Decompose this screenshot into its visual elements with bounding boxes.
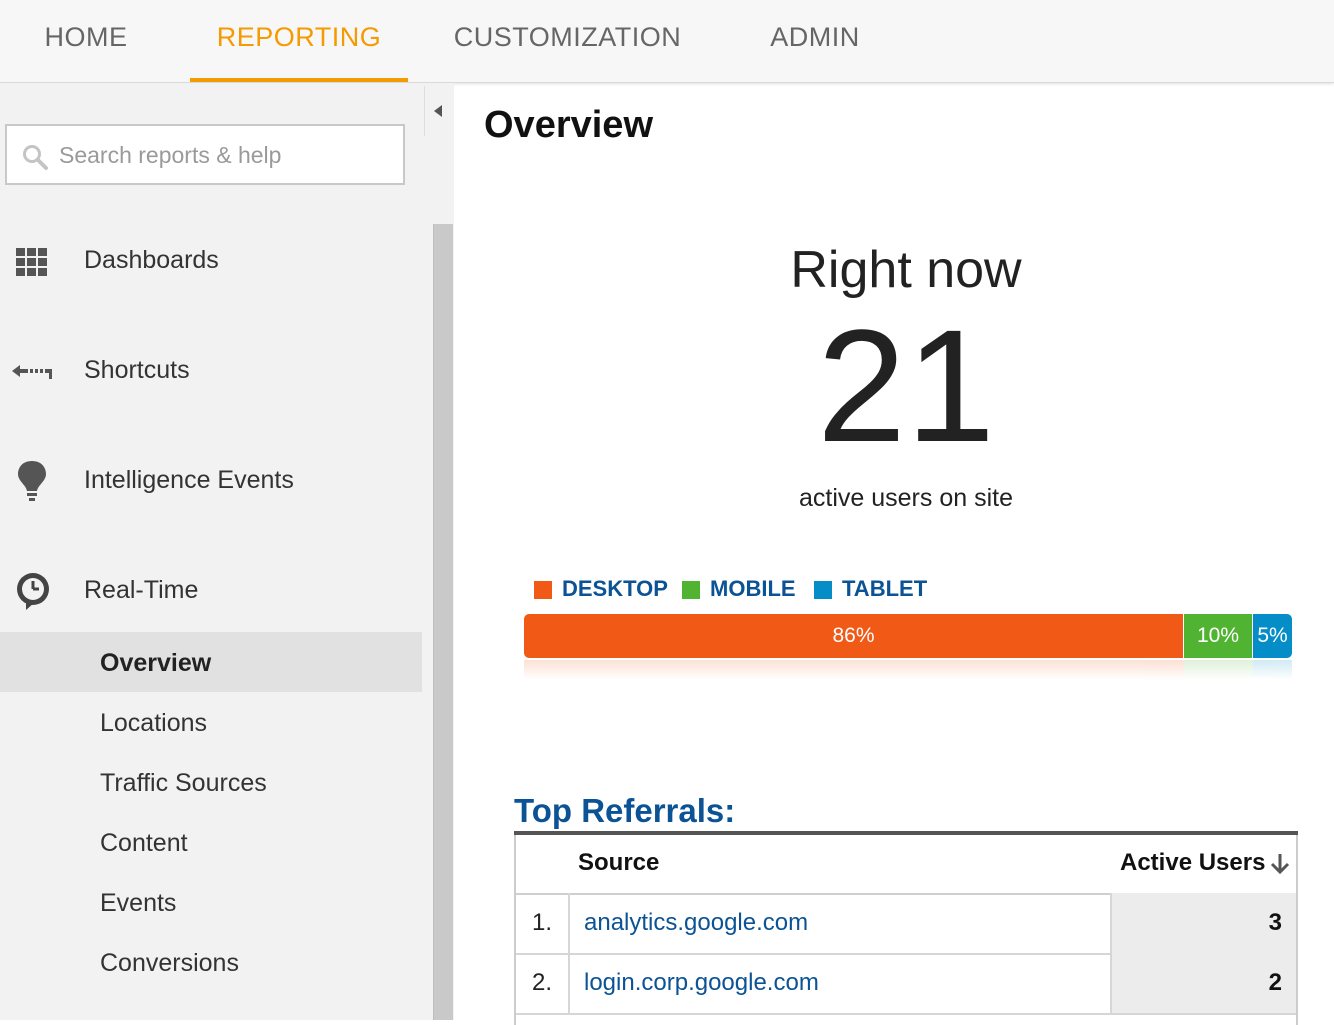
device-breakdown-bar: 86% 10% 5% bbox=[524, 614, 1292, 658]
sidebar-subitem-label: Overview bbox=[100, 649, 212, 677]
tab-home[interactable]: HOME bbox=[0, 0, 172, 82]
sidebar-subitem-locations[interactable]: Locations bbox=[0, 692, 422, 752]
table-header: Source Active Users bbox=[516, 835, 1296, 895]
device-bar-reflection bbox=[524, 660, 1292, 680]
sidebar-subitem-label: Content bbox=[100, 829, 188, 857]
device-segment-mobile: 10% bbox=[1184, 614, 1253, 658]
search-box[interactable] bbox=[5, 124, 405, 185]
sidebar-subitem-label: Locations bbox=[100, 709, 208, 737]
device-segment-tablet: 5% bbox=[1253, 614, 1292, 658]
row-rank: 1. bbox=[516, 893, 570, 953]
tab-reporting[interactable]: REPORTING bbox=[190, 0, 408, 82]
clock-icon bbox=[17, 573, 49, 610]
table-row: 2. login.corp.google.com 2 bbox=[516, 953, 1296, 1015]
row-rank: 2. bbox=[516, 953, 570, 1013]
tab-customization[interactable]: CUSTOMIZATION bbox=[430, 0, 705, 82]
active-users-value: 3 bbox=[1110, 893, 1296, 953]
top-referrals-title: Top Referrals: bbox=[514, 792, 736, 829]
device-segment-desktop: 86% bbox=[524, 614, 1184, 658]
shortcut-arrow-icon bbox=[12, 365, 52, 379]
sidebar-subitem-label: Conversions bbox=[100, 949, 239, 977]
legend-swatch bbox=[814, 581, 832, 599]
sidebar-subitem-conversions[interactable]: Conversions bbox=[0, 932, 422, 992]
legend-swatch bbox=[534, 581, 552, 599]
chevron-left-icon bbox=[434, 105, 442, 117]
collapse-sidebar-button[interactable] bbox=[424, 86, 454, 136]
sidebar-item-label: Shortcuts bbox=[84, 356, 190, 384]
active-users-count: 21 bbox=[817, 296, 995, 475]
sidebar-item-label: Intelligence Events bbox=[84, 466, 294, 494]
sidebar-subitem-label: Traffic Sources bbox=[100, 769, 267, 797]
column-header-active-users[interactable]: Active Users bbox=[1120, 849, 1265, 877]
sidebar-subitem-traffic-sources[interactable]: Traffic Sources bbox=[0, 752, 422, 812]
segment-reflection bbox=[524, 660, 1184, 680]
active-users-value: 2 bbox=[1110, 953, 1296, 1013]
segment-reflection bbox=[1184, 660, 1253, 680]
active-users-caption: active users on site bbox=[799, 484, 1013, 512]
sidebar-item-label: Dashboards bbox=[84, 246, 219, 274]
sidebar-subitem-content[interactable]: Content bbox=[0, 812, 422, 872]
sidebar-item-dashboards[interactable]: Dashboards bbox=[0, 227, 422, 297]
search-icon bbox=[23, 145, 48, 170]
sidebar-item-intelligence-events[interactable]: Intelligence Events bbox=[0, 447, 422, 517]
legend-label: TABLET bbox=[842, 576, 928, 601]
legend-label: DESKTOP bbox=[562, 576, 668, 601]
sidebar-item-real-time[interactable]: Real-Time bbox=[0, 557, 422, 627]
sidebar-subitem-overview[interactable]: Overview bbox=[0, 632, 422, 692]
sidebar-subitem-events[interactable]: Events bbox=[0, 872, 422, 932]
segment-reflection bbox=[1253, 660, 1292, 680]
lightbulb-icon bbox=[18, 461, 46, 501]
source-link[interactable]: analytics.google.com bbox=[584, 893, 808, 953]
tab-admin[interactable]: ADMIN bbox=[745, 0, 885, 82]
search-input[interactable] bbox=[57, 134, 391, 176]
sidebar-scrollbar[interactable] bbox=[433, 224, 453, 1020]
legend-swatch bbox=[682, 581, 700, 599]
sidebar-item-shortcuts[interactable]: Shortcuts bbox=[0, 337, 422, 407]
right-now-label: Right now bbox=[790, 241, 1022, 299]
dashboard-grid-icon bbox=[16, 248, 47, 276]
source-link[interactable]: login.corp.google.com bbox=[584, 953, 819, 1013]
referrals-table: Source Active Users 1. analytics.google.… bbox=[514, 835, 1298, 1025]
table-row: 1. analytics.google.com 3 bbox=[516, 893, 1296, 955]
sidebar-item-label: Real-Time bbox=[84, 576, 199, 604]
column-header-source[interactable]: Source bbox=[578, 849, 659, 877]
top-navigation: HOME REPORTING CUSTOMIZATION ADMIN bbox=[0, 0, 1334, 83]
arrow-down-icon[interactable] bbox=[1270, 853, 1290, 875]
page-title: Overview bbox=[484, 104, 653, 146]
sidebar: Dashboards Shortcuts Intelligence Events bbox=[0, 83, 454, 1020]
legend-label: MOBILE bbox=[710, 576, 796, 601]
sidebar-subitem-label: Events bbox=[100, 889, 177, 917]
